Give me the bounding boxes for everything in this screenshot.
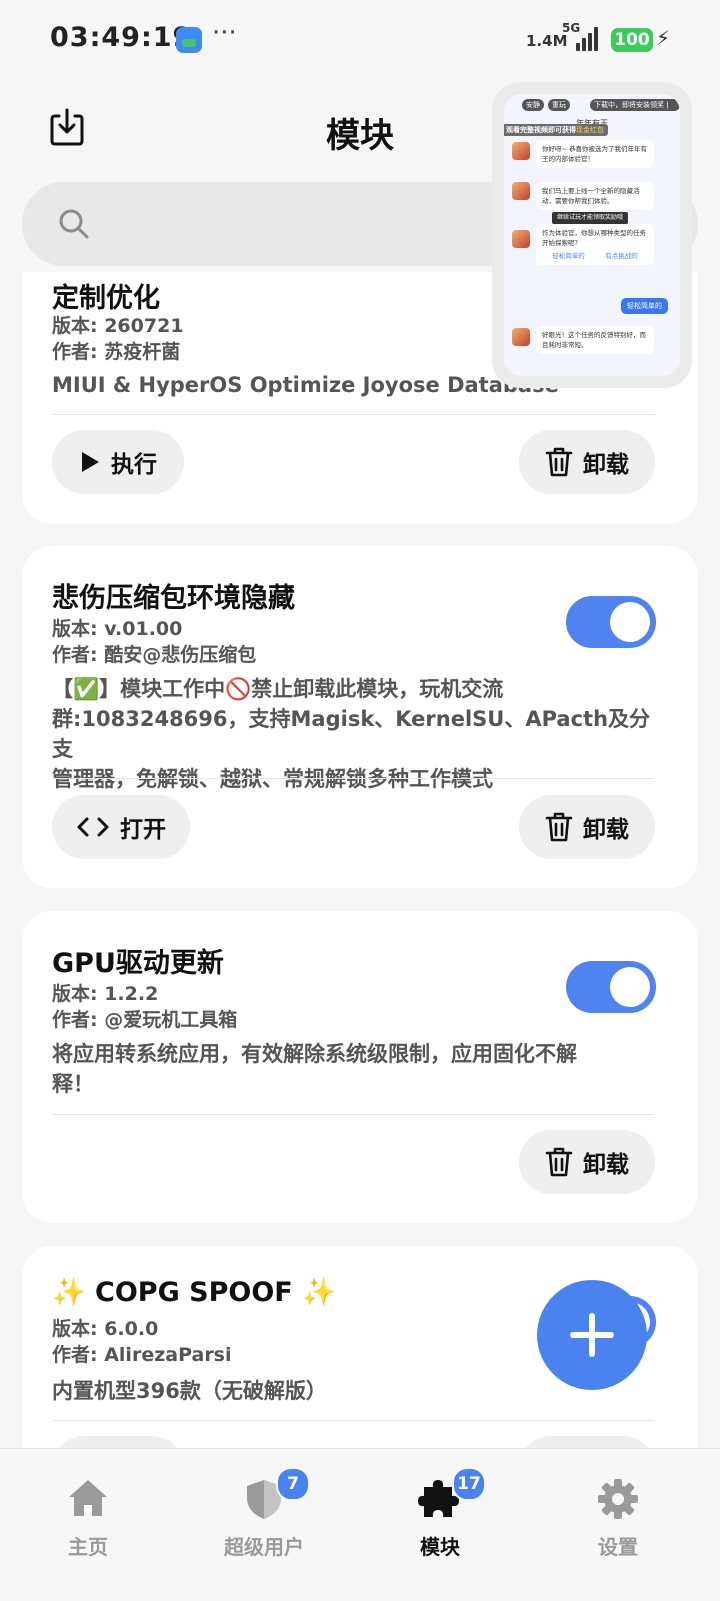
module-title: GPU驱动更新	[52, 948, 224, 979]
chat-avatar	[512, 182, 530, 200]
divider	[52, 778, 654, 779]
module-card: GPU驱动更新 版本: 1.2.2 作者: @爱玩机工具箱 将应用转系统应用，有…	[22, 911, 698, 1223]
nav-item-superuser[interactable]: 7 超级用户	[204, 1467, 324, 1567]
execute-label: 执行	[111, 452, 157, 478]
uninstall-label: 卸载	[583, 817, 629, 843]
nav-label: 模块	[420, 1535, 460, 1559]
gear-icon	[598, 1479, 638, 1519]
module-title: 定制优化	[52, 283, 160, 314]
divider	[52, 1420, 654, 1421]
open-button[interactable]: 打开	[52, 795, 190, 859]
floating-video-window[interactable]: 安静 重玩 下载中，即将安装领奖 | 跳过 年年有王 观看完整视频即可获得现金红…	[492, 82, 692, 388]
description-line: 将应用转系统应用，有效解除系统级限制，应用固化不解	[52, 1042, 577, 1066]
replay-chip[interactable]: 重玩	[548, 99, 570, 111]
video-tooltip: 继续试玩才能领取奖励哦	[552, 212, 629, 224]
bottom-navigation: 主页 7 超级用户 17 模块 设置	[0, 1448, 720, 1601]
module-title: 悲伤压缩包环境隐藏	[52, 583, 295, 614]
trash-icon	[545, 812, 573, 842]
charging-icon: ⚡	[656, 26, 671, 50]
module-title: ✨ COPG SPOOF ✨	[52, 1277, 336, 1308]
nav-item-modules[interactable]: 17 模块	[380, 1467, 500, 1567]
skip-chip[interactable]: 下载中，即将安装领奖 | 跳过	[590, 99, 680, 121]
play-icon	[82, 452, 99, 472]
uninstall-label: 卸载	[583, 1152, 629, 1178]
nav-badge: 7	[276, 1467, 310, 1501]
add-module-button[interactable]	[537, 1280, 647, 1390]
execute-button[interactable]: 执行	[52, 430, 184, 494]
uninstall-button[interactable]: 卸载	[519, 795, 655, 859]
module-author: 作者: @爱玩机工具箱	[52, 1009, 238, 1031]
app-notification-icon	[176, 27, 202, 53]
chat-bubble: 好眼光！这个任务的反馈特别好，而且耗时非常短。	[536, 326, 654, 354]
module-version: 版本: 6.0.0	[52, 1318, 159, 1340]
description-line: 管理器，免解锁、越狱、常规解锁多种工作模式	[52, 767, 493, 791]
search-icon	[59, 209, 89, 239]
battery-indicator: 100	[611, 28, 653, 52]
network-type: 5G	[562, 21, 581, 35]
banner-text: 观看完整视频即可获得	[506, 126, 576, 134]
module-version: 版本: 1.2.2	[52, 983, 159, 1005]
chat-option[interactable]: 有点挑战的	[605, 251, 638, 261]
chat-bubble: 作为体验官，你想从哪种类型的任务开始探索呢？ 轻松简单的 有点挑战的	[536, 224, 654, 265]
module-enable-toggle[interactable]	[566, 596, 656, 648]
banner-highlight: 现金红包	[576, 126, 604, 134]
description-line: 群:1083248696，支持Magisk、KernelSU、APacth及分支	[52, 707, 651, 761]
signal-icon: 5G	[562, 21, 600, 51]
chat-reply: 轻松简单的	[621, 298, 668, 314]
video-screen[interactable]: 安静 重玩 下载中，即将安装领奖 | 跳过 年年有王 观看完整视频即可获得现金红…	[504, 94, 680, 376]
nav-label: 超级用户	[224, 1535, 304, 1559]
more-notifications-icon: ···	[212, 18, 237, 48]
nav-badge: 17	[452, 1467, 486, 1501]
module-description: 【✅】模块工作中🚫禁止卸载此模块，玩机交流 群:1083248696，支持Mag…	[52, 674, 662, 794]
chat-bubble: 我们马上要上线一个全新的隐藏活动，需要你帮我们体验。	[536, 182, 654, 210]
chat-bubble: 你好呀~ 恭喜你被选为了我们年年有王的内部体验官！	[536, 140, 654, 168]
description-line: 释！	[52, 1072, 94, 1096]
chat-option[interactable]: 轻松简单的	[552, 251, 585, 261]
nav-label: 设置	[598, 1535, 638, 1559]
video-toolbar: 安静 重玩 下载中，即将安装领奖 | 跳过	[504, 94, 680, 121]
code-icon	[77, 817, 109, 837]
module-author: 作者: AlirezaParsi	[52, 1344, 232, 1366]
trash-icon	[545, 1147, 573, 1177]
module-description: 将应用转系统应用，有效解除系统级限制，应用固化不解 释！	[52, 1039, 662, 1099]
chat-avatar	[512, 230, 530, 248]
open-label: 打开	[120, 817, 166, 843]
clock: 03:49:19	[50, 22, 193, 53]
mute-chip[interactable]: 安静	[522, 99, 544, 111]
module-author: 作者: 酷安@悲伤压缩包	[52, 644, 257, 666]
home-icon	[69, 1480, 107, 1516]
chat-avatar	[512, 142, 530, 160]
trash-icon	[545, 447, 573, 477]
chat-avatar	[512, 328, 530, 346]
divider	[52, 414, 654, 415]
description-line: 【✅】模块工作中🚫禁止卸载此模块，玩机交流	[52, 677, 504, 701]
module-card: 悲伤压缩包环境隐藏 版本: v.01.00 作者: 酷安@悲伤压缩包 【✅】模块…	[22, 546, 698, 888]
nav-label: 主页	[68, 1535, 108, 1559]
nav-item-settings[interactable]: 设置	[558, 1467, 678, 1567]
nav-item-home[interactable]: 主页	[28, 1467, 148, 1567]
bubble-text: 作为体验官，你想从哪种类型的任务开始探索呢？	[542, 229, 646, 247]
uninstall-label: 卸载	[583, 452, 629, 478]
uninstall-button[interactable]: 卸载	[519, 1130, 655, 1194]
reward-banner: 观看完整视频即可获得现金红包	[504, 124, 608, 136]
module-version: 版本: v.01.00	[52, 618, 183, 640]
uninstall-button[interactable]: 卸载	[519, 430, 655, 494]
module-enable-toggle[interactable]	[566, 961, 656, 1013]
module-author: 作者: 苏疫杆菌	[52, 341, 181, 363]
module-version: 版本: 260721	[52, 315, 184, 337]
status-bar: 03:49:19 ··· 1.4M 5G 100 ⚡	[0, 0, 720, 80]
divider	[52, 1114, 654, 1115]
